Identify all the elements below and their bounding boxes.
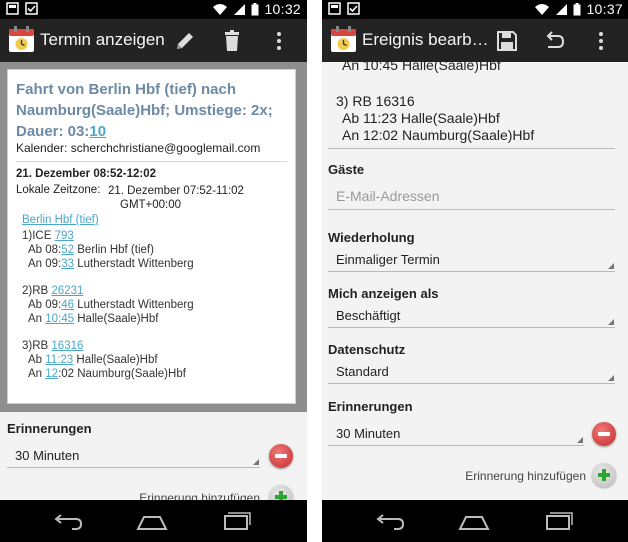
pencil-icon bbox=[177, 33, 193, 49]
guests-label: Gäste bbox=[328, 162, 365, 177]
leg-1: 1)ICE 793 Ab 08:52 Berlin Hbf (tief) An … bbox=[22, 230, 194, 270]
event-title-link[interactable]: 10 bbox=[89, 123, 106, 140]
overflow-menu-icon bbox=[599, 32, 603, 50]
spinner-arrow-icon bbox=[577, 437, 583, 443]
leg-2: 2)RB 26231 Ab 09:46 Lutherstadt Wittenbe… bbox=[22, 285, 194, 325]
show-as-label: Mich anzeigen als bbox=[328, 286, 439, 301]
event-date: 21. Dezember 08:52-12:02 bbox=[16, 168, 156, 180]
trash-icon bbox=[225, 30, 239, 51]
description-field[interactable] bbox=[328, 124, 615, 149]
reminders-section: Erinnerungen 30 Minuten Erinnerung hinzu… bbox=[0, 412, 307, 509]
train-link[interactable]: 26231 bbox=[51, 285, 83, 297]
show-as-spinner[interactable]: Beschäftigt bbox=[328, 304, 615, 328]
add-reminder-label[interactable]: Erinnerung hinzufügen bbox=[465, 469, 586, 483]
wifi-icon bbox=[535, 3, 550, 15]
status-time: 10:37 bbox=[586, 1, 623, 17]
navigation-bar bbox=[0, 500, 307, 542]
checkbox-notification-icon bbox=[25, 2, 38, 15]
reminders-label: Erinnerungen bbox=[328, 399, 413, 414]
status-time: 10:32 bbox=[264, 1, 301, 17]
train-link[interactable]: 793 bbox=[55, 230, 74, 242]
remove-reminder-button[interactable] bbox=[592, 422, 616, 446]
repeat-spinner[interactable]: Einmaliger Termin bbox=[328, 248, 615, 272]
phone-screen-edit-event: 10:37 Ereignis bearb… An 10:45 Halle(Saa… bbox=[322, 0, 628, 542]
divider bbox=[16, 161, 287, 162]
notification-icon bbox=[6, 2, 19, 15]
spinner-arrow-icon bbox=[608, 319, 614, 325]
battery-icon bbox=[251, 2, 259, 15]
edit-button[interactable] bbox=[172, 28, 198, 54]
guests-input[interactable]: E-Mail-Adressen bbox=[328, 184, 615, 210]
overflow-menu-button[interactable] bbox=[266, 28, 292, 54]
leg-3: 3)RB 16316 Ab 11:23 Halle(Saale)Hbf An 1… bbox=[22, 340, 186, 380]
home-icon[interactable] bbox=[457, 509, 491, 533]
timezone-value: 21. Dezember 07:52-11:02 GMT+00:00 bbox=[108, 185, 244, 211]
description-line: 3) RB 16316 bbox=[336, 93, 415, 109]
event-details-area: Fahrt von Berlin Hbf (tief) nach Naumbur… bbox=[0, 62, 307, 412]
home-icon[interactable] bbox=[135, 509, 169, 533]
reminder-spinner[interactable]: 30 Minuten bbox=[328, 422, 584, 446]
privacy-spinner[interactable]: Standard bbox=[328, 360, 615, 384]
event-card: Fahrt von Berlin Hbf (tief) nach Naumbur… bbox=[7, 69, 296, 404]
description-line: An 10:45 Halle(Saale)Hbf bbox=[342, 62, 501, 73]
action-bar: Termin anzeigen bbox=[0, 19, 307, 62]
overflow-menu-button[interactable] bbox=[588, 28, 614, 54]
edit-form: An 10:45 Halle(Saale)Hbf 3) RB 16316 Ab … bbox=[322, 62, 628, 500]
overflow-menu-icon bbox=[277, 32, 281, 50]
undo-button[interactable] bbox=[541, 28, 567, 54]
phone-screen-view-event: 10:32 Termin anzeigen Fahrt von Berlin H… bbox=[0, 0, 307, 542]
reminders-label: Erinnerungen bbox=[7, 421, 92, 436]
signal-icon bbox=[234, 3, 246, 15]
spinner-arrow-icon bbox=[608, 375, 614, 381]
timezone-label: Lokale Zeitzone: bbox=[16, 184, 101, 196]
back-icon[interactable] bbox=[50, 509, 84, 533]
privacy-label: Datenschutz bbox=[328, 342, 406, 357]
action-bar: Ereignis bearb… bbox=[322, 19, 628, 62]
calendar-row: Kalender: scherchchristiane@googlemail.c… bbox=[16, 141, 261, 155]
calendar-icon[interactable] bbox=[8, 26, 35, 53]
checkbox-notification-icon bbox=[347, 2, 360, 15]
calendar-account: scherchchristiane@googlemail.com bbox=[70, 141, 261, 155]
origin-link[interactable]: Berlin Hbf (tief) bbox=[22, 213, 99, 227]
calendar-icon[interactable] bbox=[330, 26, 357, 53]
undo-icon bbox=[546, 31, 565, 48]
save-button[interactable] bbox=[494, 28, 520, 54]
reminder-spinner[interactable]: 30 Minuten bbox=[7, 444, 260, 468]
recent-apps-icon[interactable] bbox=[541, 509, 575, 533]
status-bar: 10:37 bbox=[322, 0, 628, 19]
navigation-bar bbox=[322, 500, 628, 542]
screen-title: Termin anzeigen bbox=[40, 30, 165, 49]
event-title: Fahrt von Berlin Hbf (tief) nach Naumbur… bbox=[16, 81, 273, 140]
save-icon bbox=[497, 31, 517, 51]
train-link[interactable]: 16316 bbox=[51, 340, 83, 352]
add-reminder-button[interactable] bbox=[592, 463, 616, 487]
status-bar: 10:32 bbox=[0, 0, 307, 19]
repeat-label: Wiederholung bbox=[328, 230, 415, 245]
notification-icon bbox=[328, 2, 341, 15]
screen-title: Ereignis bearb… bbox=[362, 30, 489, 49]
spinner-arrow-icon bbox=[608, 263, 614, 269]
signal-icon bbox=[556, 3, 568, 15]
spinner-arrow-icon bbox=[253, 459, 259, 465]
delete-button[interactable] bbox=[219, 28, 245, 54]
battery-icon bbox=[573, 2, 581, 15]
remove-reminder-button[interactable] bbox=[269, 444, 293, 468]
wifi-icon bbox=[213, 3, 228, 15]
back-icon[interactable] bbox=[372, 509, 406, 533]
recent-apps-icon[interactable] bbox=[219, 509, 253, 533]
